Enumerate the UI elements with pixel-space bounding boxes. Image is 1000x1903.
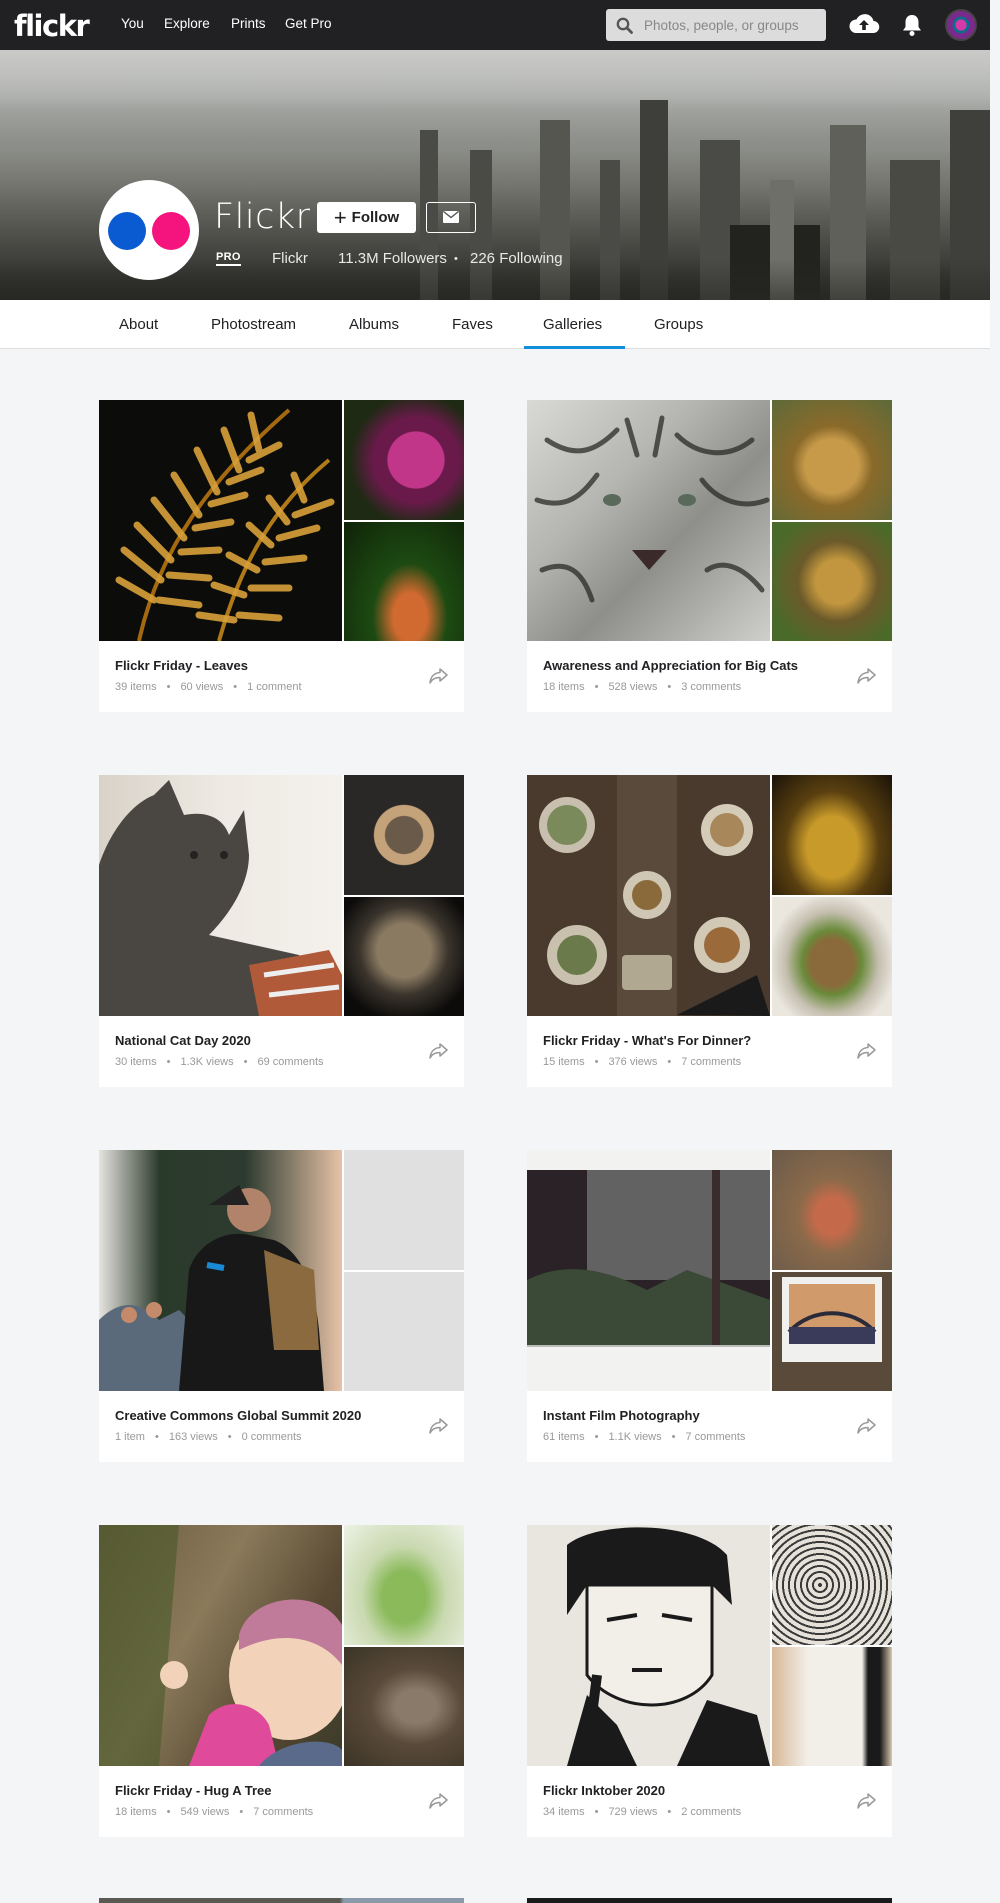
search-icon[interactable]	[616, 17, 633, 34]
gallery-main-photo[interactable]	[527, 400, 770, 641]
mail-icon	[443, 211, 459, 223]
gallery-title[interactable]: Instant Film Photography	[543, 1408, 700, 1423]
gallery-cover-mosaic[interactable]	[99, 775, 464, 1016]
share-icon[interactable]	[429, 1418, 448, 1434]
gallery-cover-mosaic[interactable]	[527, 775, 892, 1016]
gallery-main-photo[interactable]	[527, 775, 770, 1016]
gallery-cover-mosaic[interactable]	[527, 400, 892, 641]
nav-link-get-pro[interactable]: Get Pro	[285, 16, 332, 31]
gallery-cover-mosaic[interactable]	[99, 1150, 464, 1391]
gallery-side-placeholder[interactable]	[344, 1150, 464, 1270]
tab-groups[interactable]: Groups	[654, 316, 703, 333]
profile-avatar[interactable]	[99, 180, 199, 280]
tab-galleries[interactable]: Galleries	[543, 316, 602, 333]
flickr-logo[interactable]: flickr	[14, 9, 90, 43]
gallery-card-partial[interactable]	[99, 1898, 464, 1903]
active-tab-indicator	[524, 346, 625, 349]
search-input[interactable]	[644, 9, 819, 41]
share-icon[interactable]	[857, 668, 876, 684]
gallery-meta: 15 items • 376 views • 7 comments	[543, 1056, 742, 1068]
gallery-main-photo[interactable]	[99, 775, 342, 1016]
gallery-meta: 18 items • 528 views • 3 comments	[543, 681, 742, 693]
gallery-main-photo[interactable]	[99, 1150, 342, 1391]
stat-separator: •	[454, 253, 458, 265]
gallery-meta: 61 items • 1.1K views • 7 comments	[543, 1431, 746, 1443]
gallery-card[interactable]: Flickr Friday - Hug A Tree 18 items • 549 …	[99, 1525, 464, 1837]
gallery-main-photo[interactable]	[527, 1150, 770, 1391]
gallery-side-photo[interactable]	[772, 897, 892, 1016]
gallery-title[interactable]: Awareness and Appreciation for Big Cats	[543, 658, 798, 673]
gallery-card-partial[interactable]	[527, 1898, 892, 1903]
followers-count[interactable]: 11.3M Followers	[338, 250, 447, 267]
profile-username: Flickr	[272, 250, 308, 267]
gallery-title[interactable]: Flickr Friday - What's For Dinner?	[543, 1033, 751, 1048]
gallery-side-photo[interactable]	[772, 1272, 892, 1391]
profile-name: Flickr	[214, 197, 311, 237]
gallery-side-photo[interactable]	[772, 1150, 892, 1270]
gallery-side-photo[interactable]	[344, 897, 464, 1016]
share-icon[interactable]	[857, 1043, 876, 1059]
gallery-meta: 18 items • 549 views • 7 comments	[115, 1806, 314, 1818]
gallery-side-photo[interactable]	[772, 775, 892, 895]
gallery-title[interactable]: Flickr Friday - Leaves	[115, 658, 248, 673]
search-box	[606, 9, 826, 41]
gallery-card[interactable]: Flickr Friday - What's For Dinner? 15 it…	[527, 775, 892, 1087]
follow-label: Follow	[351, 208, 400, 226]
tab-albums[interactable]: Albums	[349, 316, 399, 333]
gallery-meta: 1 item • 163 views • 0 comments	[115, 1431, 302, 1443]
gallery-side-photo[interactable]	[344, 1525, 464, 1645]
share-icon[interactable]	[429, 668, 448, 684]
gallery-card[interactable]: Instant Film Photography 61 items • 1.1K v…	[527, 1150, 892, 1462]
pro-badge[interactable]: PRO	[216, 251, 241, 266]
gallery-cover-mosaic[interactable]	[527, 1525, 892, 1766]
gallery-main-photo[interactable]	[527, 1525, 770, 1766]
gallery-side-photo[interactable]	[344, 1647, 464, 1766]
share-icon[interactable]	[429, 1793, 448, 1809]
gallery-side-photo[interactable]	[344, 775, 464, 895]
message-button[interactable]	[426, 202, 476, 233]
gallery-side-photo[interactable]	[772, 1525, 892, 1645]
gallery-cover-mosaic[interactable]	[527, 1150, 892, 1391]
gallery-title[interactable]: Creative Commons Global Summit 2020	[115, 1408, 361, 1423]
gallery-side-photo[interactable]	[344, 522, 464, 641]
gallery-side-photo[interactable]	[772, 522, 892, 641]
tab-photostream[interactable]: Photostream	[211, 316, 296, 333]
gallery-card[interactable]: Flickr Friday - Leaves 39 items • 60 views…	[99, 400, 464, 712]
profile-tabs: About Photostream Albums Faves Galleries…	[0, 300, 990, 349]
gallery-cover-mosaic[interactable]	[99, 400, 464, 641]
follow-button[interactable]: + Follow	[317, 202, 416, 233]
gallery-title[interactable]: National Cat Day 2020	[115, 1033, 251, 1048]
gallery-card[interactable]: National Cat Day 2020 30 items • 1.3K view…	[99, 775, 464, 1087]
gallery-title[interactable]: Flickr Friday - Hug A Tree	[115, 1783, 272, 1798]
gallery-side-photo[interactable]	[344, 400, 464, 520]
gallery-card[interactable]: Awareness and Appreciation for Big Cats …	[527, 400, 892, 712]
gallery-main-photo[interactable]	[99, 1525, 342, 1766]
gallery-title[interactable]: Flickr Inktober 2020	[543, 1783, 665, 1798]
share-icon[interactable]	[857, 1418, 876, 1434]
tab-faves[interactable]: Faves	[452, 316, 493, 333]
following-count[interactable]: 226 Following	[470, 250, 563, 267]
avatar[interactable]	[945, 9, 977, 41]
tab-about[interactable]: About	[119, 316, 158, 333]
top-navigation-bar: flickr You Explore Prints Get Pro	[0, 0, 990, 50]
gallery-main-photo[interactable]	[99, 400, 342, 641]
nav-link-prints[interactable]: Prints	[231, 16, 266, 31]
gallery-meta: 30 items • 1.3K views • 69 comments	[115, 1056, 324, 1068]
plus-icon: +	[333, 204, 347, 230]
share-icon[interactable]	[429, 1043, 448, 1059]
nav-link-you[interactable]: You	[121, 16, 144, 31]
gallery-side-photo[interactable]	[772, 400, 892, 520]
gallery-meta: 34 items • 729 views • 2 comments	[543, 1806, 742, 1818]
gallery-side-placeholder[interactable]	[344, 1272, 464, 1391]
gallery-card[interactable]: Creative Commons Global Summit 2020 1 it…	[99, 1150, 464, 1462]
gallery-cover-mosaic[interactable]	[99, 1525, 464, 1766]
nav-link-explore[interactable]: Explore	[164, 16, 210, 31]
gallery-side-photo[interactable]	[772, 1647, 892, 1766]
upload-cloud-icon[interactable]	[848, 11, 880, 37]
bell-icon[interactable]	[901, 13, 923, 37]
gallery-card[interactable]: Flickr Inktober 2020 34 items • 729 views •…	[527, 1525, 892, 1837]
share-icon[interactable]	[857, 1793, 876, 1809]
gallery-meta: 39 items • 60 views • 1 comment	[115, 681, 302, 693]
